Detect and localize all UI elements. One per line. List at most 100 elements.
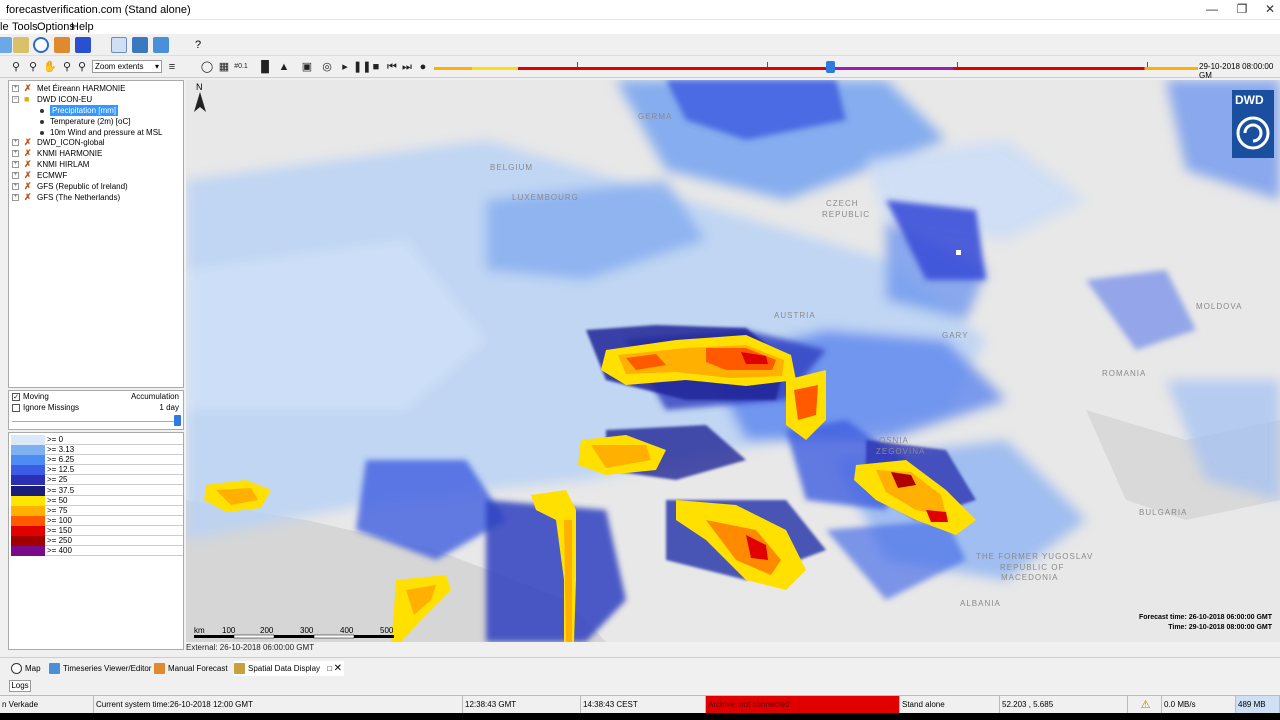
country-label: REPUBLIC OF bbox=[1000, 563, 1064, 572]
zoom-previous-icon[interactable]: ⚲ bbox=[75, 60, 89, 74]
menu-tools[interactable]: Tools bbox=[12, 21, 38, 33]
legend-row: >= 25 bbox=[11, 475, 183, 486]
tree-item-knmi-harmonie[interactable]: + ✗ KNMI HARMONIE bbox=[9, 148, 183, 159]
legend-row: >= 150 bbox=[11, 525, 183, 536]
tree-item-gfs-netherlands[interactable]: + ✗ GFS (The Netherlands) bbox=[9, 192, 183, 203]
zoom-out-icon[interactable]: ⚲ bbox=[26, 60, 40, 74]
precipitation-map[interactable]: GERMA BELGIUM LUXEMBOURG CZECH REPUBLIC … bbox=[186, 80, 1280, 642]
zoom-in-icon[interactable]: ⚲ bbox=[9, 60, 23, 74]
logo-text: DWD bbox=[1235, 93, 1264, 107]
value-icon[interactable]: #0.1 bbox=[234, 60, 248, 74]
tree-item-dwd-icon-eu[interactable]: − ■ DWD ICON-EU bbox=[9, 94, 183, 105]
tree-item-dwd-icon-global[interactable]: + ✗ DWD_ICON-global bbox=[9, 137, 183, 148]
tab-label: Manual Forecast bbox=[168, 664, 228, 673]
tab-label: Spatial Data Display bbox=[248, 664, 321, 673]
restore-button[interactable]: ❐ bbox=[1234, 2, 1250, 18]
tree-item-label: Temperature (2m) [oC] bbox=[50, 117, 131, 126]
ignore-missings-checkbox[interactable] bbox=[12, 404, 20, 412]
compass-icon[interactable] bbox=[33, 37, 49, 53]
monitor-icon[interactable] bbox=[132, 37, 148, 53]
forecast-icon bbox=[154, 663, 165, 674]
menu-file[interactable]: le bbox=[0, 21, 9, 33]
maximize-tab-icon[interactable]: □ bbox=[327, 661, 332, 676]
country-label: BELGIUM bbox=[490, 163, 533, 172]
menu-bar: le Tools Options Help bbox=[0, 20, 1280, 34]
expand-icon[interactable]: + bbox=[12, 183, 19, 190]
image-icon[interactable] bbox=[13, 37, 29, 53]
pause-icon[interactable]: ❚❚ bbox=[353, 60, 371, 74]
tab-spatial-data-display[interactable]: Spatial Data Display □ ✕ bbox=[234, 661, 345, 676]
triangle-icon[interactable]: ▲ bbox=[277, 60, 291, 74]
help-button[interactable]: ? bbox=[190, 37, 206, 53]
record-icon[interactable]: ● bbox=[416, 60, 430, 74]
step-back-icon[interactable]: ⏮ bbox=[385, 60, 399, 74]
warning-icon[interactable]: ⚠ bbox=[1128, 696, 1162, 714]
menu-options[interactable]: Options bbox=[37, 21, 75, 33]
pan-hand-icon[interactable]: ✋ bbox=[43, 60, 57, 74]
grid-icon[interactable]: ▦ bbox=[217, 60, 231, 74]
tree-item-label: KNMI HARMONIE bbox=[37, 149, 103, 158]
valid-time-label: Time: 29-10-2018 08:00:00 GMT bbox=[1168, 624, 1272, 631]
target-icon[interactable]: ◎ bbox=[320, 60, 334, 74]
zoom-select[interactable]: Zoom extents ▾ bbox=[92, 60, 162, 73]
close-tab-icon[interactable]: ✕ bbox=[334, 661, 342, 676]
frame-icon[interactable]: ▣ bbox=[300, 60, 314, 74]
fill-icon[interactable]: █ bbox=[258, 60, 272, 74]
expand-icon[interactable]: + bbox=[12, 194, 19, 201]
tree-item-precipitation[interactable]: Precipitation [mm] bbox=[9, 105, 183, 116]
timeline-tick bbox=[957, 62, 958, 67]
database-icon[interactable] bbox=[153, 37, 169, 53]
tab-timeseries-viewer[interactable]: Timeseries Viewer/Editor bbox=[49, 661, 151, 676]
status-coordinates: 52.203 , 5.685 bbox=[1000, 696, 1128, 714]
status-user: n Verkade bbox=[0, 696, 94, 714]
tree-item-temperature[interactable]: Temperature (2m) [oC] bbox=[9, 116, 183, 127]
tab-label: Timeseries Viewer/Editor bbox=[63, 664, 152, 673]
open-icon[interactable] bbox=[0, 37, 12, 53]
expand-icon[interactable]: + bbox=[12, 172, 19, 179]
map-view[interactable]: GERMA BELGIUM LUXEMBOURG CZECH REPUBLIC … bbox=[186, 80, 1280, 642]
accumulation-slider-thumb[interactable] bbox=[174, 415, 181, 426]
time-slider-thumb[interactable] bbox=[826, 61, 835, 73]
minimize-button[interactable]: — bbox=[1204, 2, 1220, 18]
accumulation-slider-track[interactable] bbox=[12, 421, 180, 422]
legend-swatch bbox=[11, 435, 45, 445]
tree-item-knmi-hirlam[interactable]: + ✗ KNMI HIRLAM bbox=[9, 159, 183, 170]
expand-icon[interactable]: + bbox=[12, 85, 19, 92]
contour-icon[interactable]: ◯ bbox=[200, 60, 214, 74]
country-label: CZECH bbox=[826, 199, 859, 208]
country-label: AUSTRIA bbox=[774, 311, 816, 320]
moving-checkbox[interactable]: ✓ bbox=[12, 393, 20, 401]
external-time-label: External: 26-10-2018 06:00:00 GMT bbox=[186, 643, 315, 652]
legend-swatch bbox=[11, 505, 45, 516]
tree-item-ecmwf[interactable]: + ✗ ECMWF bbox=[9, 170, 183, 181]
document-icon[interactable] bbox=[111, 37, 127, 53]
play-icon[interactable]: ▸ bbox=[338, 60, 352, 74]
legend-row: >= 250 bbox=[11, 536, 183, 546]
tree-item-gfs-ireland[interactable]: + ✗ GFS (Republic of Ireland) bbox=[9, 181, 183, 192]
close-window-button[interactable]: ✕ bbox=[1262, 2, 1278, 18]
sort-icon[interactable] bbox=[75, 37, 91, 53]
legend-swatch bbox=[11, 495, 45, 506]
step-forward-icon[interactable]: ⏭ bbox=[400, 60, 414, 74]
country-label: GARY bbox=[942, 331, 969, 340]
chart-icon bbox=[49, 663, 60, 674]
expand-icon[interactable]: + bbox=[12, 139, 19, 146]
tab-map[interactable]: Map bbox=[11, 661, 41, 676]
country-label: OSNIA bbox=[879, 436, 909, 445]
stop-icon[interactable]: ■ bbox=[369, 60, 383, 74]
logs-button[interactable]: Logs bbox=[9, 680, 31, 692]
layers-icon[interactable]: ≡ bbox=[165, 60, 179, 74]
model-icon: ✗ bbox=[24, 181, 32, 191]
import-icon[interactable] bbox=[54, 37, 70, 53]
zoom-window-icon[interactable]: ⚲ bbox=[60, 60, 74, 74]
dwd-logo: DWD bbox=[1232, 90, 1274, 158]
time-slider[interactable] bbox=[434, 61, 1198, 73]
bullet-icon bbox=[40, 109, 44, 113]
expand-icon[interactable]: + bbox=[12, 150, 19, 157]
model-icon: ✗ bbox=[24, 159, 32, 169]
tree-item-met-eireann[interactable]: + ✗ Met Éireann HARMONIE bbox=[9, 83, 183, 94]
menu-help[interactable]: Help bbox=[71, 21, 94, 33]
collapse-icon[interactable]: − bbox=[12, 96, 19, 103]
tab-manual-forecast[interactable]: Manual Forecast bbox=[154, 661, 228, 676]
expand-icon[interactable]: + bbox=[12, 161, 19, 168]
